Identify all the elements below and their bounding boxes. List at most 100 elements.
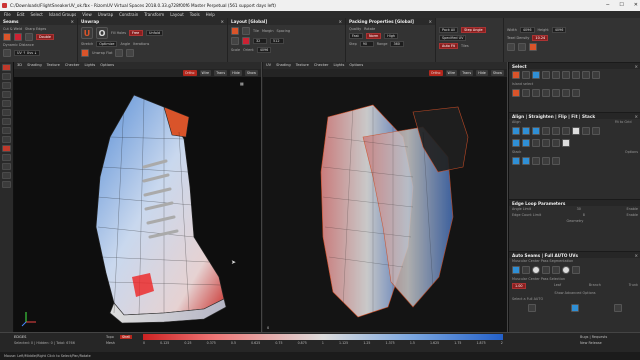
seams-mode2-icon[interactable] bbox=[522, 266, 530, 274]
close-icon[interactable]: × bbox=[220, 18, 224, 25]
tab-checker-uv[interactable]: Checker bbox=[314, 62, 329, 69]
select-mode-icon[interactable] bbox=[512, 89, 520, 97]
tab-shading-3d[interactable]: Shading bbox=[27, 62, 42, 69]
count-enable-label[interactable]: Enable bbox=[626, 213, 638, 217]
straighten-icon[interactable] bbox=[512, 139, 520, 147]
seams-mode-field[interactable]: Double bbox=[36, 34, 55, 40]
close-icon[interactable]: ✕ bbox=[634, 0, 638, 11]
select-similar-icon[interactable] bbox=[542, 89, 550, 97]
step-field[interactable]: 90 bbox=[359, 41, 374, 47]
pack-all-field[interactable]: Pack All bbox=[439, 27, 459, 33]
mesh-label[interactable]: Mesh bbox=[106, 341, 115, 345]
unwrap-tool2-button[interactable] bbox=[126, 49, 135, 57]
seams-box-icon[interactable] bbox=[552, 266, 560, 274]
minimize-icon[interactable]: ─ bbox=[606, 0, 609, 11]
quality-fast[interactable]: Fast bbox=[349, 33, 363, 39]
new-release-link[interactable]: New Release bbox=[580, 341, 602, 345]
close-icon[interactable]: × bbox=[634, 252, 638, 259]
quality-norm[interactable]: Norm bbox=[366, 33, 382, 39]
topo-label[interactable]: Topo bbox=[106, 335, 114, 339]
align-bottom-icon[interactable] bbox=[562, 127, 570, 135]
select-tool-icon[interactable] bbox=[2, 64, 11, 71]
flip-tool-icon[interactable] bbox=[2, 181, 11, 188]
select-none-icon[interactable] bbox=[522, 71, 530, 79]
select-edges-icon[interactable] bbox=[552, 71, 560, 79]
move-tool-icon[interactable] bbox=[2, 73, 11, 80]
layout-orient-button[interactable] bbox=[242, 37, 250, 45]
unwrap-mode3[interactable]: Optimize bbox=[96, 41, 118, 47]
trans-button-uv[interactable]: Trans bbox=[460, 70, 474, 76]
straighten-tool-icon[interactable] bbox=[2, 172, 11, 179]
menu-help[interactable]: Help bbox=[206, 11, 215, 18]
close-icon[interactable]: × bbox=[338, 18, 342, 25]
unwrap-u-icon[interactable]: U bbox=[81, 27, 93, 39]
unwrap-mode1[interactable]: Free bbox=[129, 30, 144, 36]
tab-lights-3d[interactable]: Lights bbox=[84, 62, 95, 69]
specified-uv-field[interactable]: Specified UV bbox=[439, 35, 467, 41]
uv-field[interactable]: UV ↑ Uvs ↓ bbox=[14, 50, 40, 56]
tab-checker-3d[interactable]: Checker bbox=[65, 62, 80, 69]
tab-shading-uv[interactable]: Shading bbox=[276, 62, 291, 69]
align-right-icon[interactable] bbox=[532, 127, 540, 135]
close-icon[interactable]: × bbox=[634, 113, 638, 120]
tile-height-field[interactable]: 4096 bbox=[551, 27, 567, 33]
unwrap-o-icon[interactable]: O bbox=[96, 27, 108, 39]
flip-u-icon[interactable] bbox=[542, 139, 550, 147]
hide-button-3d[interactable]: Hide bbox=[230, 70, 242, 76]
select-overlap-icon[interactable] bbox=[532, 89, 540, 97]
lasso-tool-icon[interactable] bbox=[2, 100, 11, 107]
select-islands-icon[interactable] bbox=[532, 71, 540, 79]
seams-ball-icon[interactable] bbox=[562, 266, 570, 274]
pelt-button[interactable] bbox=[25, 33, 33, 41]
seams-mode1-icon[interactable] bbox=[512, 266, 520, 274]
select-grow-icon[interactable] bbox=[572, 71, 580, 79]
unwrap-tool-button[interactable] bbox=[115, 49, 124, 57]
texel-density-field[interactable]: 10.24 bbox=[532, 35, 549, 41]
show-button-3d[interactable]: Show bbox=[244, 70, 258, 76]
layout-scale-button[interactable] bbox=[231, 37, 239, 45]
tab-texture-uv[interactable]: Texture bbox=[296, 62, 309, 69]
tab-uv[interactable]: UV bbox=[266, 62, 271, 69]
tile-tool2-button[interactable] bbox=[518, 43, 526, 51]
seams-pack-icon[interactable] bbox=[613, 304, 622, 312]
angle-limit-value[interactable]: 30 bbox=[577, 207, 581, 211]
stack-ref-icon[interactable] bbox=[542, 157, 550, 165]
seams-value-field[interactable]: 1.00 bbox=[512, 283, 526, 289]
viewport-uv[interactable]: UV Shading Texture Checker Lights Option… bbox=[263, 62, 508, 332]
tile-tool3-button[interactable] bbox=[529, 43, 537, 51]
tab-lights-uv[interactable]: Lights bbox=[333, 62, 344, 69]
close-icon[interactable]: × bbox=[70, 18, 74, 25]
wire-button-3d[interactable]: Wire bbox=[199, 70, 212, 76]
auto-fit-button[interactable]: Auto Fit bbox=[439, 43, 458, 49]
show-button-uv[interactable]: Show bbox=[490, 70, 504, 76]
cut-tool-icon[interactable] bbox=[2, 145, 11, 152]
maximize-icon[interactable]: ☐ bbox=[619, 0, 623, 11]
menu-file[interactable]: File bbox=[4, 11, 11, 18]
edge-count-value[interactable]: 8 bbox=[583, 213, 585, 217]
seams-cursor-icon[interactable] bbox=[528, 304, 537, 312]
tile-tool-button[interactable] bbox=[507, 43, 515, 51]
unwrap-flat-button[interactable] bbox=[81, 49, 89, 57]
straighten-u-icon[interactable] bbox=[522, 139, 530, 147]
menu-select[interactable]: Select bbox=[30, 11, 42, 18]
vertex-tool-icon[interactable] bbox=[2, 136, 11, 143]
layout-value-c[interactable]: 4096 bbox=[256, 47, 272, 53]
fit-v-icon[interactable] bbox=[592, 127, 600, 135]
select-polys-icon[interactable] bbox=[542, 71, 550, 79]
unstack-icon[interactable] bbox=[522, 157, 530, 165]
island-tool-icon[interactable] bbox=[2, 118, 11, 125]
leaf-label[interactable]: Leaf bbox=[554, 283, 561, 289]
align-middle-icon[interactable] bbox=[552, 127, 560, 135]
hide-button-uv[interactable]: Hide bbox=[476, 70, 488, 76]
step-angle-field[interactable]: Step Angle bbox=[461, 27, 486, 33]
menu-tools[interactable]: Tools bbox=[190, 11, 200, 18]
select-ring-icon[interactable] bbox=[562, 89, 570, 97]
menu-view[interactable]: View bbox=[82, 11, 92, 18]
trans-button-3d[interactable]: Trans bbox=[214, 70, 228, 76]
select-all-icon[interactable] bbox=[512, 71, 520, 79]
select-loop-icon[interactable] bbox=[552, 89, 560, 97]
seams-sphere-icon[interactable] bbox=[532, 266, 540, 274]
rotate-tool-icon[interactable] bbox=[2, 82, 11, 89]
trunk-label[interactable]: Trunk bbox=[629, 283, 638, 289]
advanced-options-button[interactable]: Show Advanced Options bbox=[554, 291, 595, 295]
